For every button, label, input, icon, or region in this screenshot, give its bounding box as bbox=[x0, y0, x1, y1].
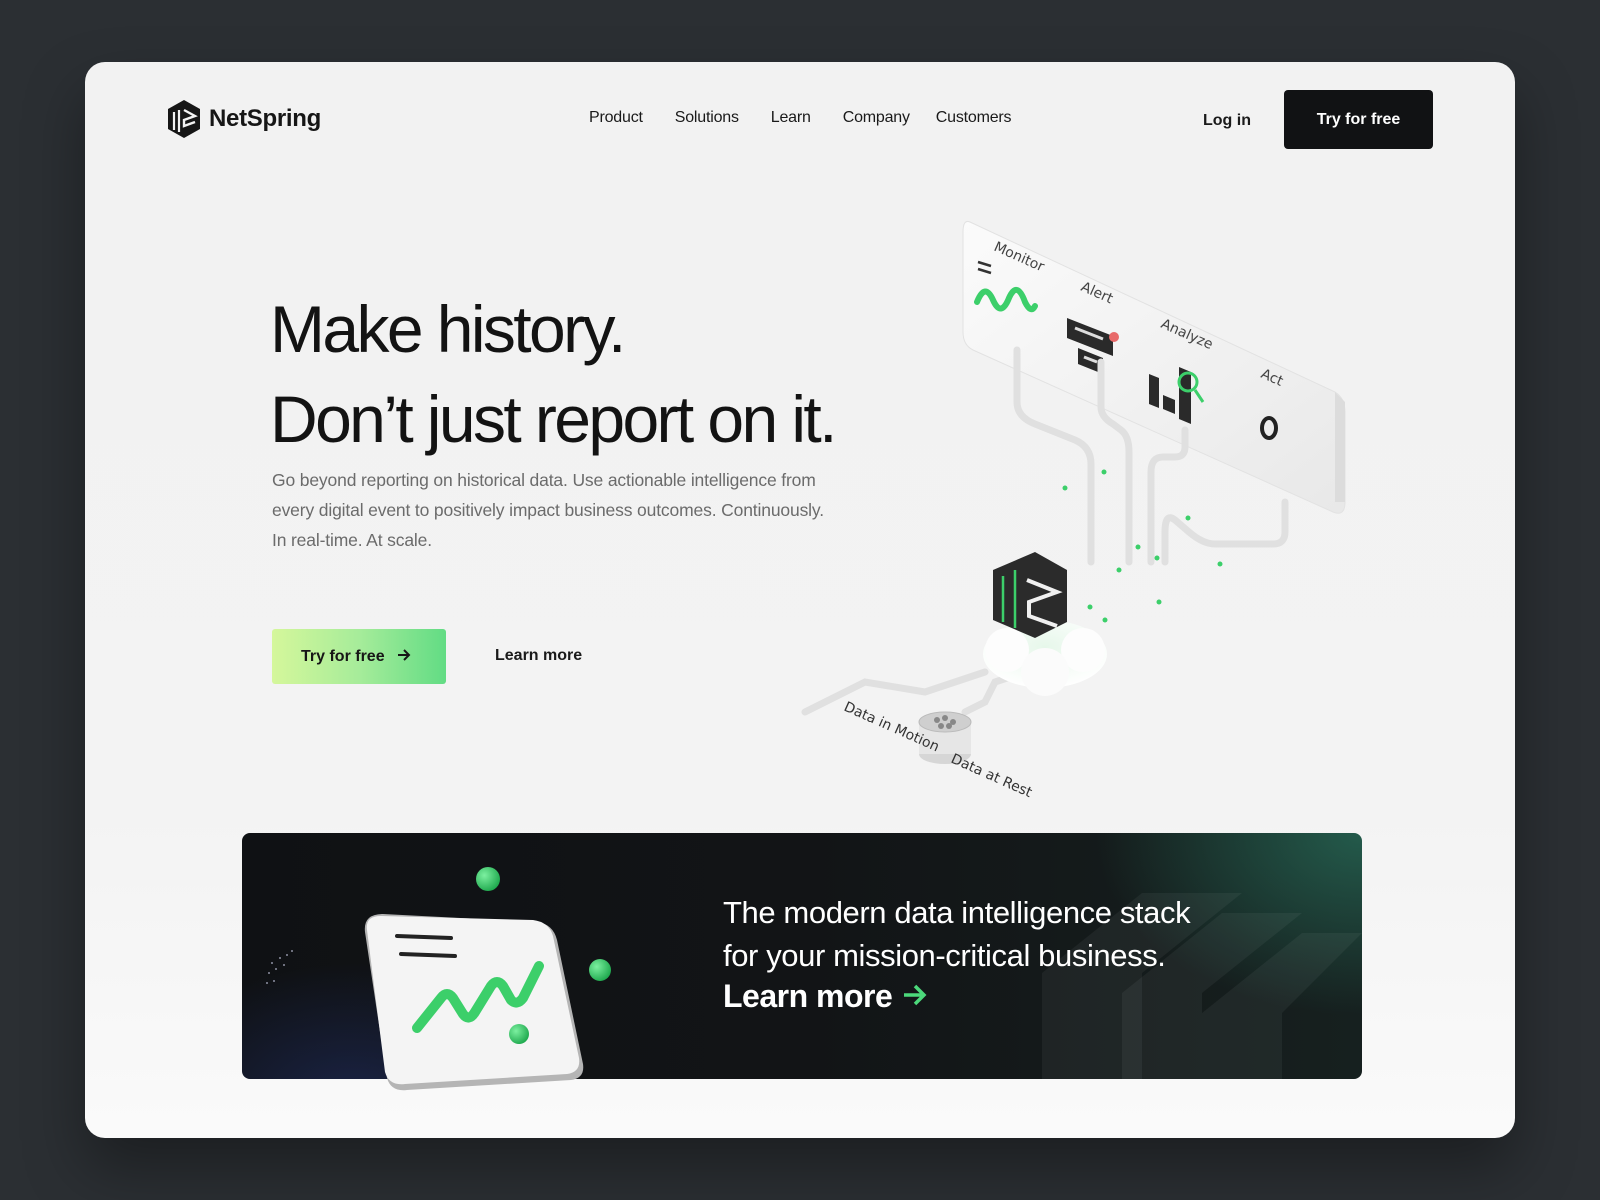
banner-learn-more-link[interactable]: Learn more bbox=[723, 978, 928, 1015]
data-packet-dots bbox=[1062, 469, 1223, 623]
nav-item-company[interactable]: Company bbox=[843, 109, 910, 127]
banner-line1: The modern data intelligence stack bbox=[723, 895, 1191, 930]
data-flow-illustration: Monitor Alert Analyze Act Data in Motion… bbox=[801, 221, 1346, 801]
banner-learn-more-label: Learn more bbox=[723, 978, 893, 1014]
star-dots bbox=[266, 950, 293, 984]
nav-item-solutions[interactable]: Solutions bbox=[675, 109, 739, 127]
login-link[interactable]: Log in bbox=[1203, 112, 1251, 130]
netspring-hex-logo-icon bbox=[168, 100, 200, 138]
learn-more-hero-link[interactable]: Learn more bbox=[495, 647, 582, 665]
nav-item-customers[interactable]: Customers bbox=[936, 109, 1012, 127]
banner-line2: for your mission-critical business. bbox=[723, 938, 1166, 973]
banner-headline: The modern data intelligence stack for y… bbox=[723, 891, 1191, 977]
try-for-free-label: Try for free bbox=[301, 647, 385, 665]
main-nav: Product Solutions Learn Company Customer… bbox=[589, 109, 1043, 127]
arrow-right-icon bbox=[397, 648, 411, 666]
nav-item-product[interactable]: Product bbox=[589, 109, 643, 127]
try-for-free-hero-button[interactable]: Try for free bbox=[272, 629, 446, 684]
source-label-data-at-rest: Data at Rest bbox=[948, 751, 1034, 801]
nav-item-learn[interactable]: Learn bbox=[771, 109, 811, 127]
arrow-right-icon bbox=[902, 978, 928, 1015]
promo-banner: The modern data intelligence stack for y… bbox=[242, 833, 1362, 1079]
netspring-cube-icon bbox=[993, 552, 1067, 638]
brand-logo[interactable]: NetSpring bbox=[165, 98, 321, 140]
brand-name: NetSpring bbox=[209, 105, 321, 132]
try-for-free-header-button[interactable]: Try for free bbox=[1284, 90, 1433, 149]
landing-page-card: NetSpring Product Solutions Learn Compan… bbox=[85, 62, 1515, 1138]
hero-headline-line1: Make history. bbox=[270, 292, 626, 366]
